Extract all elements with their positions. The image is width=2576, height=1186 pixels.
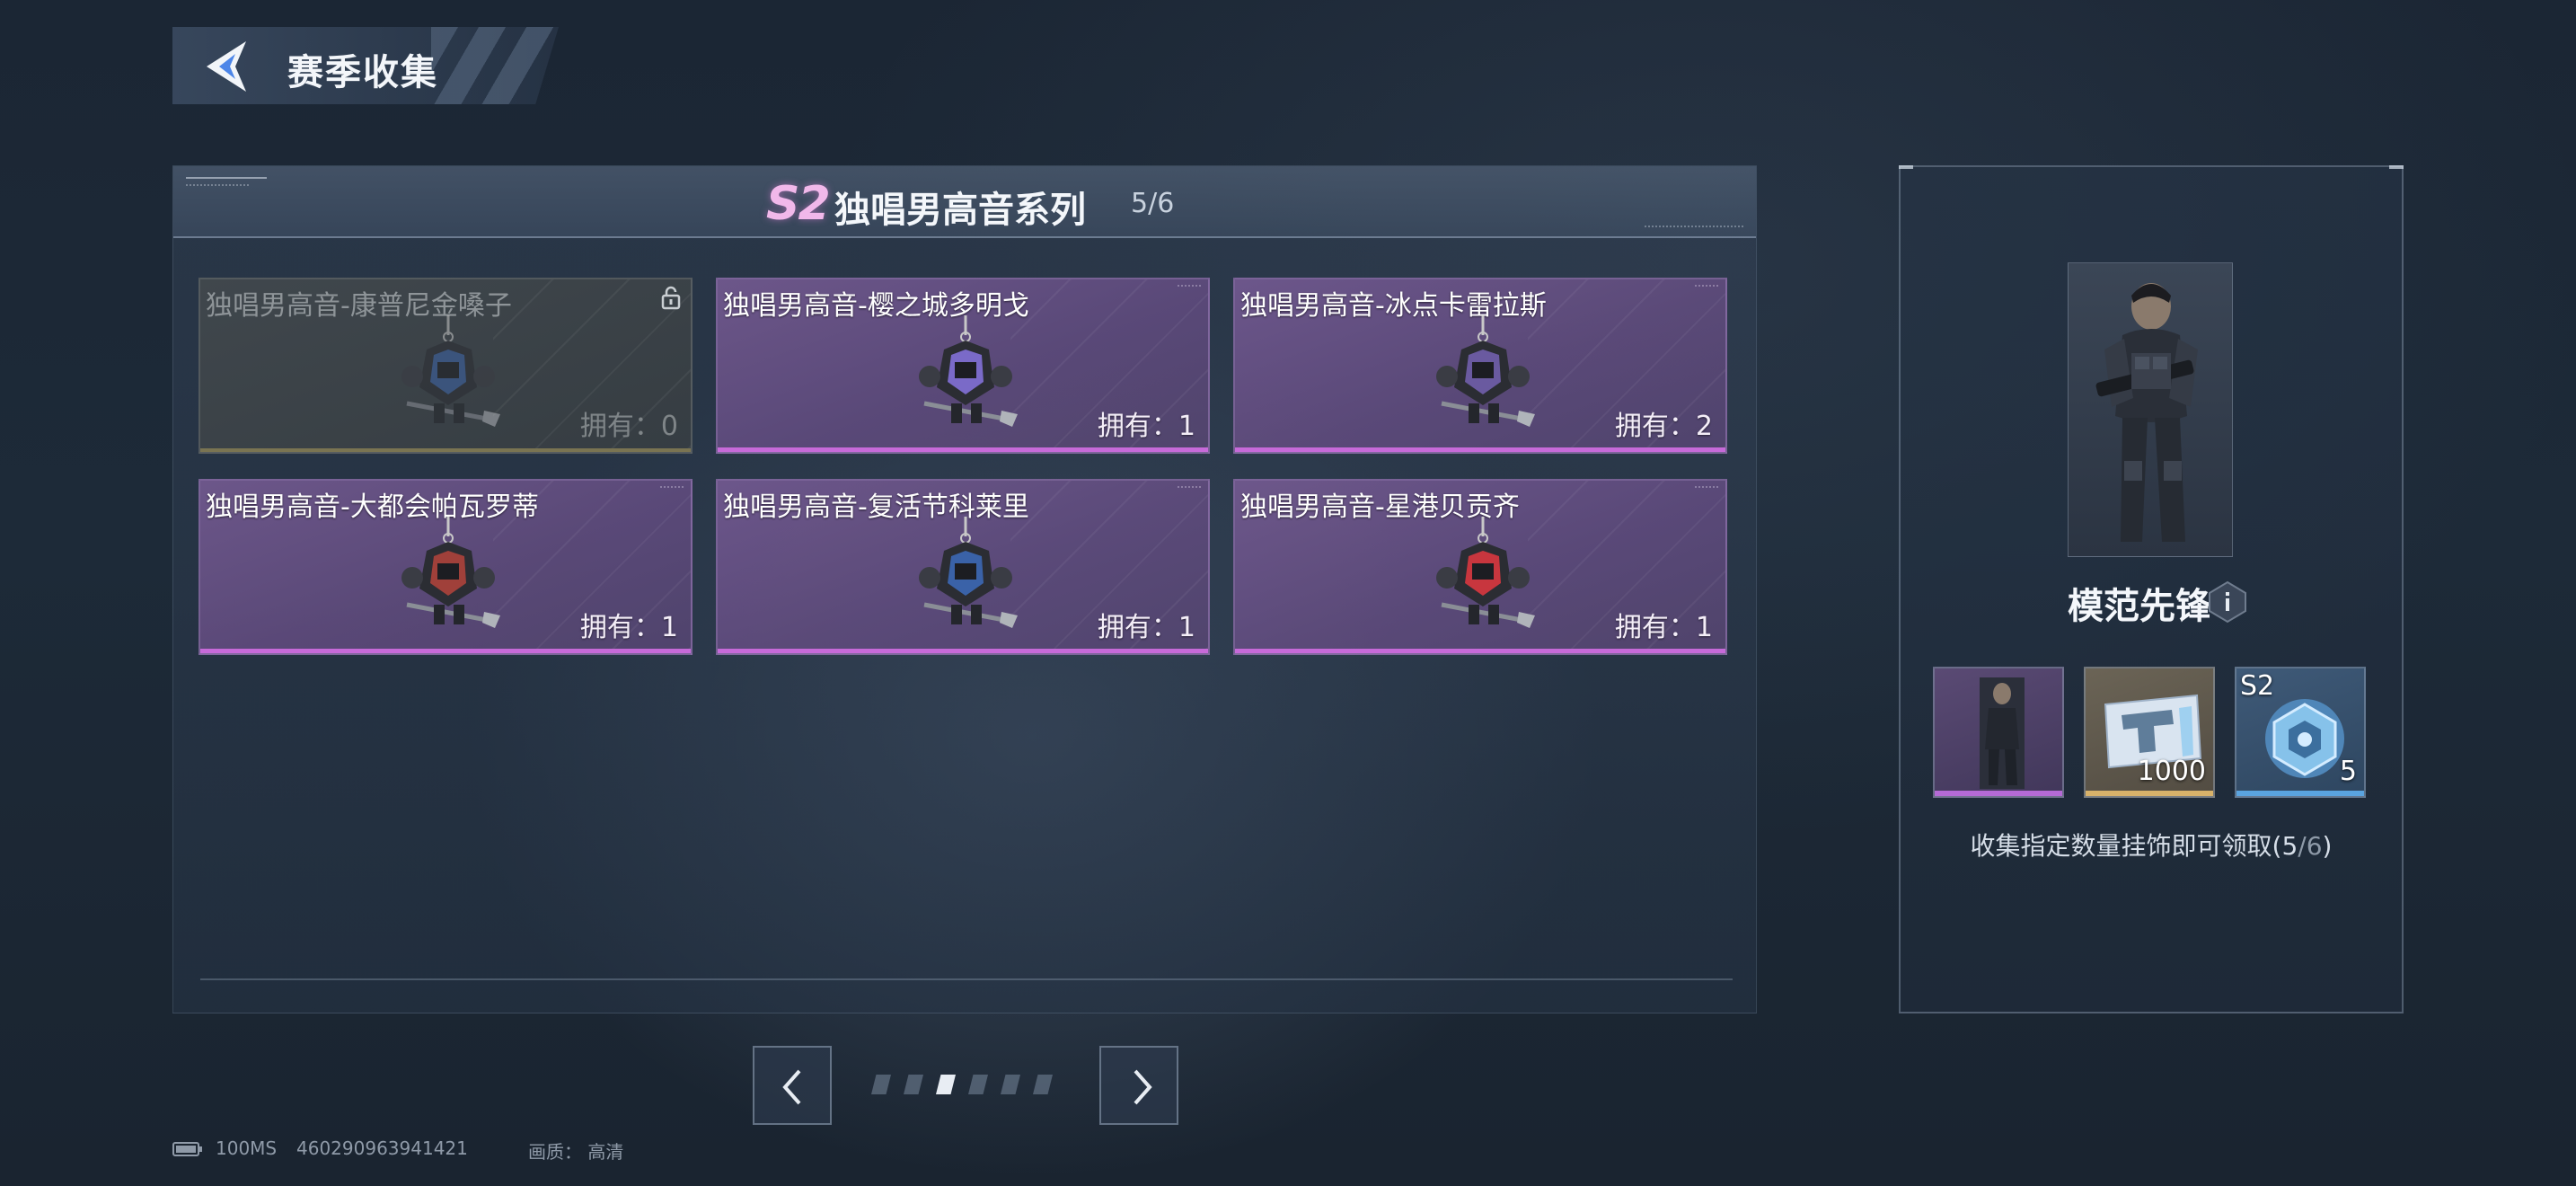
- condition-close: ): [2322, 831, 2333, 861]
- page-dot[interactable]: [936, 1075, 956, 1094]
- header-deco: [1645, 226, 1743, 227]
- collection-card[interactable]: 独唱男高音-大都会帕瓦罗蒂 拥有：1: [198, 479, 693, 655]
- page-dot[interactable]: [1033, 1075, 1053, 1094]
- header-deco: [186, 184, 249, 186]
- reward-slot-character[interactable]: [1933, 667, 2064, 798]
- back-arrow-icon: [207, 41, 246, 92]
- collection-card[interactable]: 独唱男高音-星港贝贡齐 拥有：1: [1233, 479, 1727, 655]
- card-owned-count: 拥有：2: [1614, 411, 1713, 442]
- condition-current: 5: [2281, 831, 2298, 861]
- ping-value: 100MS: [216, 1137, 278, 1159]
- reward-qty: 1000: [2137, 756, 2206, 787]
- page-dot[interactable]: [904, 1075, 923, 1094]
- corner-deco: [2389, 165, 2404, 169]
- card-owned-count: 拥有：1: [1614, 612, 1713, 643]
- pendant-image: [1429, 314, 1537, 430]
- condition-text: 收集指定数量挂饰即可领取(: [1970, 831, 2282, 861]
- pendant-image: [1429, 515, 1537, 632]
- card-corner-tag: [1695, 285, 1718, 290]
- page-dot[interactable]: [968, 1075, 988, 1094]
- collection-card[interactable]: 独唱男高音-冰点卡雷拉斯 拥有：2: [1233, 278, 1727, 454]
- battery-icon: [172, 1142, 202, 1156]
- header-deco: [186, 177, 267, 181]
- lock-icon: [661, 286, 681, 310]
- chevron-right-icon: [1134, 1069, 1152, 1105]
- card-owned-count: 拥有：1: [1097, 612, 1195, 643]
- panel-divider: [200, 978, 1733, 980]
- collection-card[interactable]: 独唱男高音-康普尼金嗓子 拥有：0: [198, 278, 693, 454]
- condition-sep: /: [2298, 831, 2307, 861]
- card-corner-tag: [1695, 486, 1718, 491]
- info-icon[interactable]: [2206, 580, 2249, 624]
- chevron-left-icon: [782, 1069, 801, 1105]
- card-owned-count: 拥有：0: [579, 411, 678, 442]
- graphics-quality: 画质： 高清: [528, 1141, 624, 1163]
- pendant-image: [912, 515, 1019, 632]
- page-title: 赛季收集: [287, 52, 438, 93]
- reward-panel: 模范先锋 1000 S2 5 收集指定数量挂饰即可领取(5/6): [1899, 165, 2404, 1013]
- season-badge: S2: [766, 177, 831, 231]
- reward-slot-crate[interactable]: S2 5: [2235, 667, 2366, 798]
- card-corner-tag: [1178, 285, 1201, 290]
- series-header: S2 独唱男高音系列 5/6: [173, 166, 1756, 238]
- collection-panel: S2 独唱男高音系列 5/6 独唱男高音-康普尼金嗓子 拥有：0 独唱男高音-樱…: [172, 165, 1757, 1013]
- page-dot[interactable]: [1001, 1075, 1020, 1094]
- card-owned-count: 拥有：1: [579, 612, 678, 643]
- header-stripes: [431, 27, 566, 104]
- back-button[interactable]: [199, 36, 259, 97]
- character-figure: [2095, 283, 2198, 542]
- reward-qty: 5: [2339, 756, 2357, 787]
- series-progress: 5/6: [1131, 188, 1175, 219]
- reward-slot-coupon[interactable]: 1000: [2084, 667, 2215, 798]
- card-owned-count: 拥有：1: [1097, 411, 1195, 442]
- page-dot[interactable]: [871, 1075, 891, 1094]
- corner-deco: [1899, 165, 1913, 169]
- character-thumb: [1980, 677, 2025, 789]
- pendant-image: [394, 314, 502, 430]
- collection-card[interactable]: 独唱男高音-复活节科莱里 拥有：1: [716, 479, 1210, 655]
- pendant-image: [394, 515, 502, 632]
- reward-name: 模范先锋: [2068, 586, 2211, 627]
- collection-card[interactable]: 独唱男高音-樱之城多明戈 拥有：1: [716, 278, 1210, 454]
- series-title: 独唱男高音系列: [834, 190, 1086, 231]
- reward-condition: 收集指定数量挂饰即可领取(5/6): [1901, 827, 2402, 863]
- reward-season-tag: S2: [2240, 670, 2275, 702]
- condition-total: 6: [2306, 831, 2323, 861]
- next-page-button[interactable]: [1099, 1046, 1178, 1125]
- card-corner-tag: [1178, 486, 1201, 491]
- prev-page-button[interactable]: [753, 1046, 832, 1125]
- user-id: 460290963941421: [296, 1137, 468, 1159]
- reward-character-portrait[interactable]: [2068, 262, 2233, 557]
- card-corner-tag: [660, 486, 684, 491]
- pendant-image: [912, 314, 1019, 430]
